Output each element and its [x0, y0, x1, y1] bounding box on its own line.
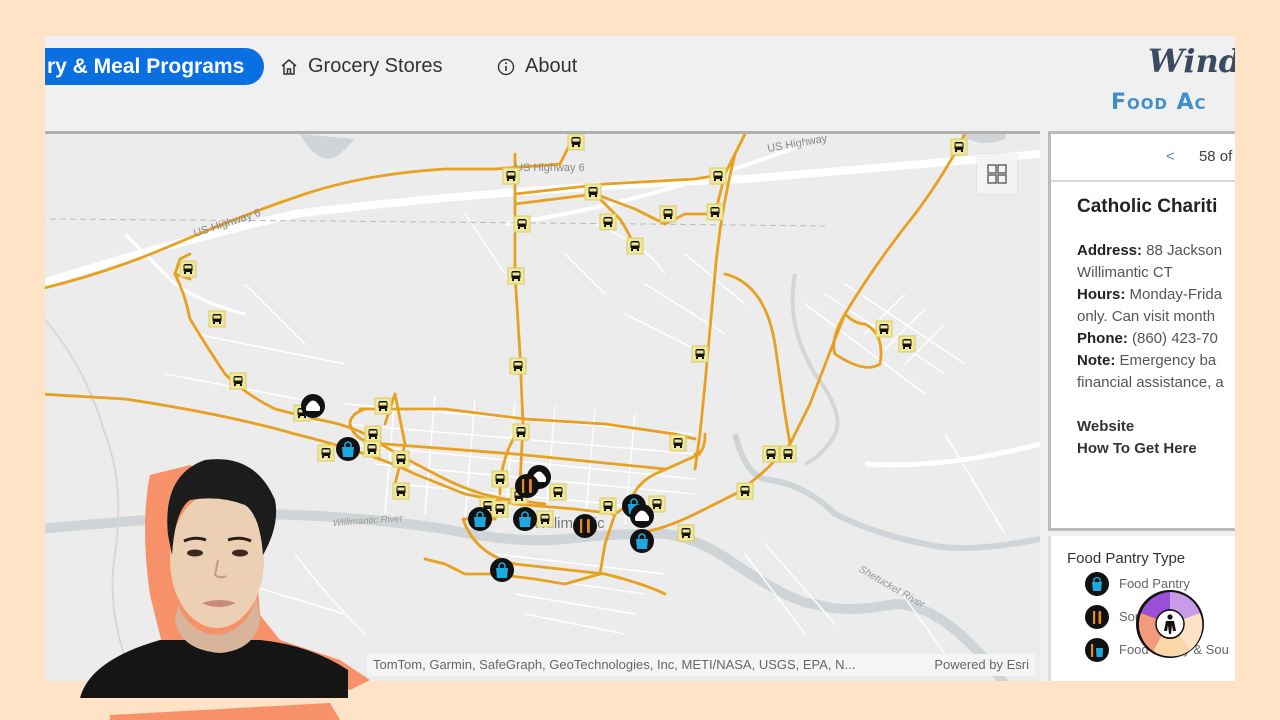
bus-stop-icon[interactable] — [392, 482, 410, 500]
tab-grocery-stores-label: Grocery Stores — [308, 55, 443, 77]
bus-stop-icon[interactable] — [364, 425, 382, 443]
bus-stop-icon[interactable] — [898, 335, 916, 353]
popup-pager: < 58 of — [1051, 134, 1235, 182]
label-us-highway-6-east: US Highway — [766, 134, 828, 155]
bus-stop-icon[interactable] — [509, 357, 527, 375]
popup-title: Catholic Chariti — [1077, 196, 1218, 217]
bus-stop-icon[interactable] — [706, 203, 724, 221]
bus-stop-icon[interactable] — [229, 372, 247, 390]
bus-stop-icon[interactable] — [512, 423, 530, 441]
tab-about[interactable]: About — [497, 48, 577, 85]
feature-popup: < 58 of Catholic Chariti Address: 88 Jac… — [1048, 131, 1235, 531]
note-value: Emergency ba — [1115, 352, 1217, 369]
note-label: Note: — [1077, 352, 1116, 369]
address-label: Address: — [1077, 242, 1143, 259]
food-pantry-marker[interactable] — [468, 507, 492, 531]
bus-stop-icon[interactable] — [599, 213, 617, 231]
basemap-gallery-button[interactable] — [977, 154, 1017, 194]
bus-stop-icon[interactable] — [875, 320, 893, 338]
stream — [790, 273, 840, 466]
bus-stop-icon[interactable] — [626, 237, 644, 255]
bus-stop-icon[interactable] — [567, 134, 585, 151]
pantry-and-soup-icon — [1085, 637, 1109, 662]
transit-marker[interactable] — [301, 394, 325, 418]
bus-stop-icon[interactable] — [491, 500, 509, 518]
bus-stop-icon[interactable] — [491, 470, 509, 488]
hours-label: Hours: — [1077, 286, 1126, 303]
phone-label: Phone: — [1077, 330, 1128, 347]
food-pantry-marker[interactable] — [513, 507, 537, 531]
hours-value: Monday-Frida — [1125, 286, 1223, 303]
presenter-photo — [80, 459, 370, 720]
powered-by-esri-link[interactable]: Powered by Esri — [934, 654, 1029, 676]
transit-marker[interactable] — [630, 504, 654, 528]
bus-stop-icon[interactable] — [659, 205, 677, 223]
lake — [300, 134, 355, 159]
header: ry & Meal Programs Grocery Stores About … — [45, 36, 1235, 131]
bus-stop-icon[interactable] — [762, 445, 780, 463]
bus-stop-icon[interactable] — [677, 524, 695, 542]
grid-icon — [987, 164, 1007, 184]
note-line2: financial assistance, a — [1077, 374, 1224, 391]
bus-stop-icon[interactable] — [950, 138, 968, 156]
bus-stop-icon[interactable] — [691, 345, 709, 363]
feature-count: 58 of — [1198, 148, 1233, 165]
info-icon — [497, 58, 515, 75]
bus-stop-icon[interactable] — [779, 445, 797, 463]
bus-stop-icon[interactable] — [584, 183, 602, 201]
bus-stop-icon[interactable] — [374, 397, 392, 415]
home-icon — [281, 58, 297, 75]
food-pantry-marker[interactable] — [490, 558, 514, 582]
attribution-text: TomTom, Garmin, SafeGraph, GeoTechnologi… — [373, 657, 856, 672]
bus-stop-icon[interactable] — [179, 260, 197, 278]
food-pantry-bag-icon — [1085, 571, 1109, 596]
food-pantry-marker[interactable] — [630, 529, 654, 553]
bus-stop-icon[interactable] — [709, 167, 727, 185]
soup-kitchen-utensils-icon — [1085, 604, 1109, 629]
tab-grocery-stores[interactable]: Grocery Stores — [280, 48, 442, 85]
logo-title: Windh — [1148, 42, 1235, 80]
bus-stop-icon[interactable] — [549, 483, 567, 501]
tab-food-pantry-meal-programs[interactable]: ry & Meal Programs — [45, 48, 265, 85]
tab-about-label: About — [525, 55, 578, 77]
website-link[interactable]: Website — [1077, 416, 1235, 438]
label-us-highway-6-center: US Highway 6 — [515, 162, 585, 174]
bus-stop-icon[interactable] — [599, 497, 617, 515]
phone-value: (860) 423-70 — [1127, 330, 1218, 347]
directions-link[interactable]: How To Get Here — [1077, 438, 1235, 460]
previous-feature-button[interactable]: < — [1166, 148, 1175, 165]
accessibility-widget-button[interactable] — [1133, 587, 1207, 661]
soup-kitchen-marker[interactable] — [573, 514, 597, 538]
address-value: 88 Jackson — [1142, 242, 1223, 259]
bus-stop-icon[interactable] — [502, 167, 520, 185]
address-line2: Willimantic CT — [1077, 264, 1173, 281]
bus-stop-icon[interactable] — [536, 510, 554, 528]
logo-subtitle: Food Ac — [1111, 90, 1207, 115]
legend-title: Food Pantry Type — [1067, 550, 1186, 567]
popup-details: Address: 88 Jackson Willimantic CT Hours… — [1077, 240, 1235, 394]
bus-stop-icon[interactable] — [208, 310, 226, 328]
bus-stop-icon[interactable] — [507, 267, 525, 285]
bus-stop-icon[interactable] — [513, 215, 531, 233]
bus-stop-icon[interactable] — [736, 482, 754, 500]
bus-stop-icon[interactable] — [669, 434, 687, 452]
bus-stop-icon[interactable] — [392, 450, 410, 468]
hours-line2: only. Can visit month — [1077, 308, 1216, 325]
soup-kitchen-marker[interactable] — [515, 474, 539, 498]
map-attribution: TomTom, Garmin, SafeGraph, GeoTechnologi… — [367, 654, 1035, 676]
